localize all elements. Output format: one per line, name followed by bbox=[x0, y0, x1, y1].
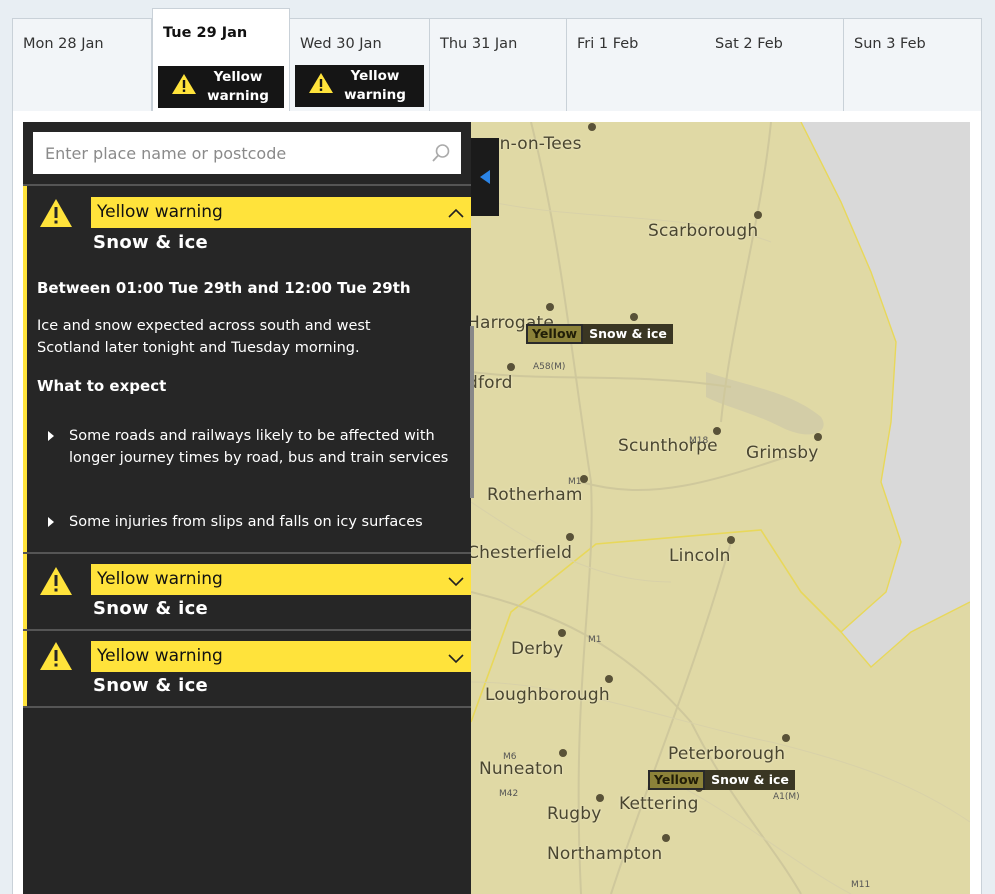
warning-description: Ice and snow expected across south and w… bbox=[37, 318, 371, 356]
map-town: Peterborough bbox=[668, 744, 786, 764]
expectation-text: Some roads and railways likely to be aff… bbox=[69, 428, 449, 466]
town-dot bbox=[605, 675, 613, 683]
town-dot bbox=[814, 433, 822, 441]
warning-level: Yellow warning bbox=[97, 202, 223, 222]
tab-mon-28-jan[interactable]: Mon 28 Jan bbox=[13, 19, 152, 111]
expectation-text: Some injuries from slips and falls on ic… bbox=[69, 514, 423, 530]
road-label: M18 bbox=[689, 436, 709, 446]
map-town: Grimsby bbox=[746, 443, 819, 463]
warning-level: Yellow warning bbox=[97, 646, 223, 666]
tab-day-label: Sat 2 Feb bbox=[715, 36, 783, 52]
town-dot bbox=[782, 734, 790, 742]
warning-header[interactable]: Yellow warning bbox=[91, 197, 471, 228]
warnings-map[interactable]: on-on-Tees Scarborough Harrogate dford S… bbox=[471, 122, 970, 894]
town-dot bbox=[713, 427, 721, 435]
expectation-item: Some roads and railways likely to be aff… bbox=[48, 425, 449, 469]
warning-badge-label: Yellow warning bbox=[207, 69, 269, 104]
tab-day-label: Fri 1 Feb bbox=[577, 36, 639, 52]
town-dot bbox=[596, 794, 604, 802]
tab-day-label: Wed 30 Jan bbox=[300, 36, 382, 52]
map-town: Chesterfield bbox=[471, 543, 573, 563]
map-warning-level: Yellow bbox=[648, 770, 706, 790]
town-dot bbox=[588, 123, 596, 131]
search-box bbox=[33, 132, 461, 174]
warning-period: Between 01:00 Tue 29th and 12:00 Tue 29t… bbox=[37, 279, 411, 297]
town-dot bbox=[630, 313, 638, 321]
warning-item[interactable]: Yellow warning Snow & ice bbox=[23, 631, 471, 706]
scrollbar[interactable] bbox=[470, 326, 474, 498]
town-dot bbox=[546, 303, 554, 311]
road-label: M1 bbox=[588, 635, 602, 645]
map-town: Lincoln bbox=[669, 546, 731, 566]
divider bbox=[23, 706, 471, 708]
warning-badge: Yellow warning bbox=[158, 66, 284, 108]
chevron-up-icon[interactable] bbox=[447, 203, 465, 234]
chevron-down-icon[interactable] bbox=[447, 570, 465, 601]
map-warning-type: Snow & ice bbox=[583, 324, 673, 344]
town-dot bbox=[662, 834, 670, 842]
town-dot bbox=[754, 211, 762, 219]
warning-header[interactable]: Yellow warning bbox=[91, 641, 471, 672]
map-warning-label[interactable]: Yellow Snow & ice bbox=[526, 324, 673, 344]
town-dot bbox=[566, 533, 574, 541]
expectation-item: Some injuries from slips and falls on ic… bbox=[48, 511, 449, 533]
tab-day-label: Thu 31 Jan bbox=[440, 36, 518, 52]
map-town: Scarborough bbox=[648, 221, 759, 241]
day-tabs: Mon 28 Jan Tue 29 Jan Yellow warning Wed… bbox=[12, 8, 982, 112]
map-town: on-on-Tees bbox=[489, 134, 582, 154]
road-label: M1 bbox=[568, 477, 582, 487]
warning-level: Yellow warning bbox=[97, 569, 223, 589]
warning-triangle-icon bbox=[39, 198, 73, 232]
map-town: Nuneaton bbox=[479, 759, 564, 779]
road-label: M11 bbox=[851, 880, 871, 890]
road-label: A1(M) bbox=[773, 792, 800, 802]
warning-triangle-icon bbox=[171, 73, 197, 101]
town-dot bbox=[558, 629, 566, 637]
chevron-down-icon[interactable] bbox=[447, 647, 465, 678]
map-town: Rugby bbox=[547, 804, 602, 824]
warning-item[interactable]: Yellow warning Snow & ice bbox=[23, 554, 471, 629]
town-dot bbox=[507, 363, 515, 371]
warning-type: Snow & ice bbox=[93, 675, 209, 696]
warning-item-expanded: Yellow warning Snow & ice Between 01:00 … bbox=[23, 186, 474, 552]
warnings-sidebar: Yellow warning Snow & ice Between 01:00 … bbox=[23, 122, 474, 894]
map-town: Northampton bbox=[547, 844, 663, 864]
warning-header[interactable]: Yellow warning bbox=[91, 564, 471, 595]
map-town: Derby bbox=[511, 639, 564, 659]
map-town: dford bbox=[471, 373, 513, 393]
tab-thu-31-jan[interactable]: Thu 31 Jan bbox=[429, 19, 567, 111]
search-input[interactable] bbox=[43, 132, 427, 174]
map-town: Kettering bbox=[619, 794, 699, 814]
bullet-arrow-icon bbox=[48, 517, 54, 527]
warning-type: Snow & ice bbox=[93, 232, 209, 253]
warning-triangle-icon bbox=[308, 72, 334, 100]
map-town: Rotherham bbox=[487, 485, 583, 505]
warning-type: Snow & ice bbox=[93, 598, 209, 619]
chevron-left-icon bbox=[478, 169, 492, 189]
what-to-expect-heading: What to expect bbox=[37, 377, 167, 395]
warning-triangle-icon bbox=[39, 566, 73, 600]
road-label: A58(M) bbox=[533, 362, 566, 372]
tab-day-label: Tue 29 Jan bbox=[163, 25, 248, 41]
road-label: M42 bbox=[499, 789, 519, 799]
tab-day-label: Mon 28 Jan bbox=[23, 36, 104, 52]
tab-day-label: Sun 3 Feb bbox=[854, 36, 926, 52]
warning-badge: Yellow warning bbox=[295, 65, 424, 107]
road-label: M6 bbox=[503, 752, 517, 762]
map-warning-type: Snow & ice bbox=[705, 770, 795, 790]
collapse-sidebar-button[interactable] bbox=[471, 138, 499, 216]
bullet-arrow-icon bbox=[48, 431, 54, 441]
tab-sat-2-feb[interactable]: Sat 2 Feb bbox=[705, 19, 844, 111]
map-warning-level: Yellow bbox=[526, 324, 584, 344]
warning-triangle-icon bbox=[39, 641, 73, 675]
tab-sun-3-feb[interactable]: Sun 3 Feb bbox=[844, 19, 981, 111]
map-town: Loughborough bbox=[485, 685, 610, 705]
town-dot bbox=[559, 749, 567, 757]
warning-badge-label: Yellow warning bbox=[344, 68, 406, 103]
tab-fri-1-feb[interactable]: Fri 1 Feb bbox=[567, 19, 705, 111]
search-icon[interactable] bbox=[431, 143, 451, 167]
map-warning-label[interactable]: Yellow Snow & ice bbox=[648, 770, 795, 790]
tab-tue-29-jan[interactable]: Tue 29 Jan Yellow warning bbox=[152, 8, 290, 112]
town-dot bbox=[727, 536, 735, 544]
